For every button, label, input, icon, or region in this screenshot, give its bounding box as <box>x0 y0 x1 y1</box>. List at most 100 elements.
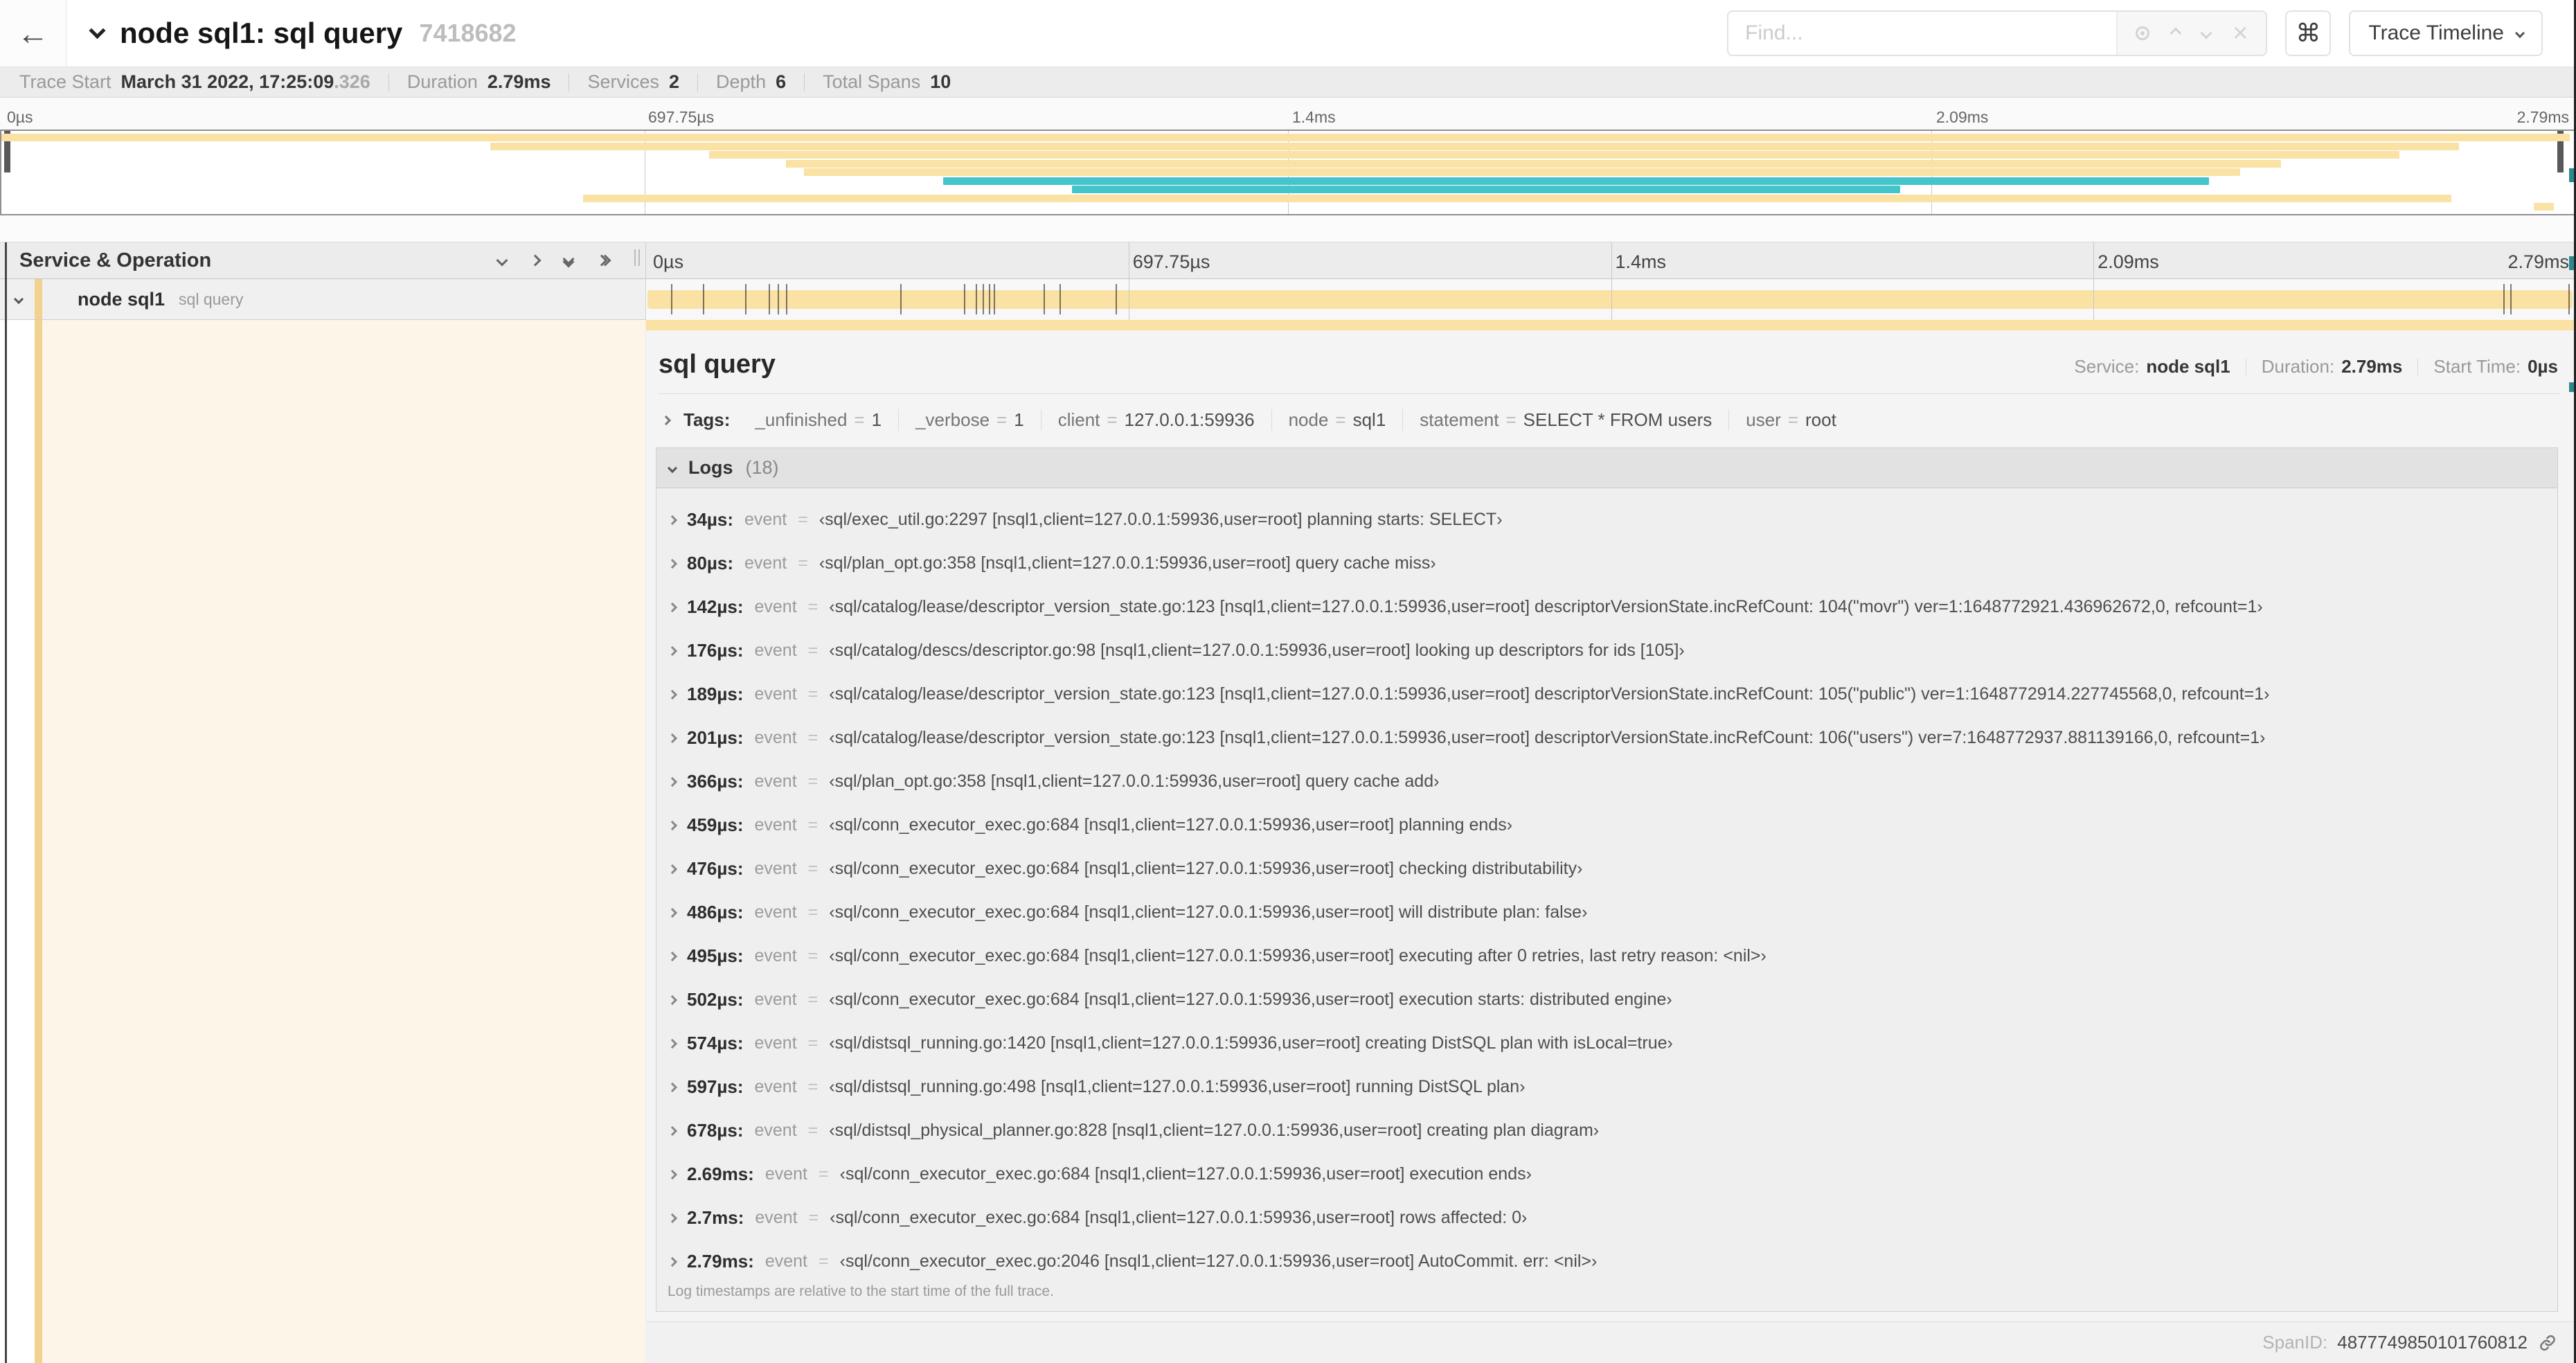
view-selector-button[interactable]: Trace Timeline <box>2349 10 2543 56</box>
collapse-all-icon[interactable] <box>596 254 611 267</box>
divider <box>2417 358 2419 375</box>
log-equals: = <box>807 902 819 922</box>
tag-equals: = <box>1787 409 1799 430</box>
log-equals: = <box>807 990 819 1009</box>
stat-value: March 31 2022, 17:25:09 <box>120 71 334 92</box>
log-timestamp: 142µs: <box>687 596 744 617</box>
span-detail-panel: sql query Service: node sql1 Duration: 2.7… <box>646 320 2576 1363</box>
log-row[interactable]: 34µs: event = ‹sql/exec_util.go:2297 [ns… <box>666 509 2550 531</box>
prev-result-icon[interactable] <box>2170 27 2182 39</box>
log-row[interactable]: 486µs: event = ‹sql/conn_executor_exec.g… <box>666 902 2550 923</box>
tag-key: user <box>1746 409 1781 430</box>
log-row[interactable]: 2.79ms: event = ‹sql/conn_executor_exec.… <box>666 1251 2550 1272</box>
tag[interactable]: client = 127.0.0.1:59936 <box>1040 409 1271 431</box>
log-row[interactable]: 476µs: event = ‹sql/conn_executor_exec.g… <box>666 858 2550 880</box>
tag[interactable]: node = sql1 <box>1271 409 1403 431</box>
chevron-right-icon <box>667 995 678 1005</box>
back-arrow-icon: ← <box>17 15 49 51</box>
tag[interactable]: statement = SELECT * FROM users <box>1402 409 1728 431</box>
log-message: ‹sql/conn_executor_exec.go:684 [nsql1,cl… <box>829 946 1766 965</box>
tag[interactable]: user = root <box>1728 409 1853 431</box>
span-bar[interactable] <box>647 284 2573 314</box>
trace-collapse-icon[interactable] <box>89 21 106 39</box>
log-row[interactable]: 201µs: event = ‹sql/catalog/lease/descri… <box>666 727 2550 749</box>
log-row[interactable]: 678µs: event = ‹sql/distsql_physical_pla… <box>666 1120 2550 1141</box>
link-icon[interactable] <box>2537 1333 2558 1353</box>
minimap-span <box>708 151 2400 159</box>
trace-id: 7418682 <box>419 19 517 47</box>
log-row[interactable]: 459µs: event = ‹sql/conn_executor_exec.g… <box>666 814 2550 836</box>
log-row[interactable]: 189µs: event = ‹sql/catalog/lease/descri… <box>666 684 2550 705</box>
toolbar: × ⌘ Trace Timeline <box>1727 10 2576 56</box>
stat-depth: Depth 6 <box>716 71 786 93</box>
minimap-span <box>1071 186 1901 193</box>
collapse-one-icon[interactable] <box>496 254 508 267</box>
scrollbar-fragment <box>2569 168 2574 182</box>
detail-operation-title: sql query <box>659 350 776 379</box>
log-timestamp: 486µs: <box>687 902 744 923</box>
expand-all-icon[interactable] <box>562 253 575 268</box>
log-row[interactable]: 80µs: event = ‹sql/plan_opt.go:358 [nsql… <box>666 553 2550 574</box>
log-row[interactable]: 2.69ms: event = ‹sql/conn_executor_exec.… <box>666 1164 2550 1185</box>
tag-value: 127.0.0.1:59936 <box>1124 409 1255 430</box>
log-tick <box>994 284 996 314</box>
minimap-canvas[interactable] <box>0 130 2576 215</box>
log-row[interactable]: 502µs: event = ‹sql/conn_executor_exec.g… <box>666 989 2550 1010</box>
timeline-tick-header: 0µs 697.75µs 1.4ms 2.09ms 2.79ms <box>646 242 2576 278</box>
log-row[interactable]: 176µs: event = ‹sql/catalog/descs/descri… <box>666 640 2550 661</box>
stat-total-spans: Total Spans 10 <box>823 71 951 93</box>
log-timestamp: 80µs: <box>687 553 734 573</box>
column-resizer[interactable] <box>634 249 640 266</box>
next-result-icon[interactable] <box>2200 27 2212 39</box>
detail-left-column <box>0 320 646 1363</box>
log-timestamp: 176µs: <box>687 640 744 661</box>
tags-row[interactable]: Tags: _unfinished = 1 _verbose = 1 clien… <box>656 394 2564 447</box>
log-row[interactable]: 574µs: event = ‹sql/distsql_running.go:1… <box>666 1033 2550 1054</box>
log-message: ‹sql/distsql_physical_planner.go:828 [ns… <box>829 1121 1600 1140</box>
back-button[interactable]: ← <box>0 0 66 66</box>
start-time-label: Start Time: <box>2433 356 2521 377</box>
span-row[interactable]: node sql1 sql query <box>0 279 2576 320</box>
log-row[interactable]: 597µs: event = ‹sql/distsql_running.go:4… <box>666 1076 2550 1098</box>
tag[interactable]: _verbose = 1 <box>898 409 1041 431</box>
expand-one-icon[interactable] <box>529 254 542 267</box>
log-timestamp: 34µs: <box>687 509 734 530</box>
span-timeline-cell[interactable] <box>646 279 2576 320</box>
log-row[interactable]: 2.7ms: event = ‹sql/conn_executor_exec.g… <box>666 1207 2550 1229</box>
span-collapse-icon[interactable] <box>13 294 24 305</box>
minimap-span <box>490 142 2459 150</box>
log-row[interactable]: 366µs: event = ‹sql/plan_opt.go:358 [nsq… <box>666 771 2550 792</box>
log-equals: = <box>807 1077 819 1096</box>
stat-value: 2 <box>669 71 680 92</box>
log-equals: = <box>798 553 808 573</box>
log-message: ‹sql/conn_executor_exec.go:684 [nsql1,cl… <box>829 990 1672 1009</box>
span-name-cell[interactable]: node sql1 sql query <box>0 279 646 320</box>
log-row[interactable]: 495µs: event = ‹sql/conn_executor_exec.g… <box>666 945 2550 967</box>
tag-equals: = <box>1505 409 1517 430</box>
stat-label: Duration <box>406 71 478 92</box>
tag-value: sql1 <box>1352 409 1386 430</box>
log-field-name: event <box>754 1121 797 1140</box>
gridline <box>1611 242 1612 278</box>
minimap-axis-labels: 0µs 697.75µs 1.4ms 2.09ms 2.79ms <box>0 98 2576 130</box>
clear-search-icon[interactable]: × <box>2233 20 2248 46</box>
log-equals: = <box>807 641 819 660</box>
minimap-gap <box>0 215 2576 242</box>
log-timestamp: 459µs: <box>687 814 744 835</box>
logs-header[interactable]: Logs (18) <box>656 448 2557 488</box>
find-input[interactable] <box>1728 12 2117 55</box>
locate-icon[interactable] <box>2136 26 2150 40</box>
log-tick <box>778 284 780 314</box>
chevron-right-icon <box>667 951 678 961</box>
service-value: node sql1 <box>2146 356 2230 377</box>
log-field-name: event <box>764 1164 808 1184</box>
tag-value: 1 <box>871 409 882 430</box>
keyboard-shortcuts-button[interactable]: ⌘ <box>2285 10 2332 56</box>
log-message: ‹sql/conn_executor_exec.go:2046 [nsql1,c… <box>839 1251 1598 1271</box>
log-field-name: event <box>754 641 797 660</box>
gridline <box>1611 279 1612 320</box>
tag[interactable]: _unfinished = 1 <box>738 409 898 431</box>
log-row[interactable]: 142µs: event = ‹sql/catalog/lease/descri… <box>666 596 2550 618</box>
log-field-name: event <box>754 990 797 1009</box>
log-message: ‹sql/conn_executor_exec.go:684 [nsql1,cl… <box>830 1208 1528 1227</box>
